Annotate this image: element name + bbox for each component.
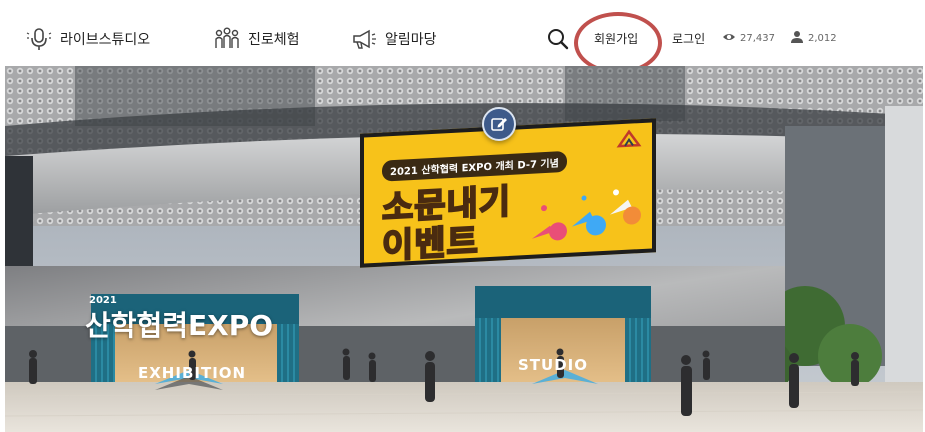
nav-item-notice-board[interactable]: 알림마당 [351,25,437,53]
nav-item-live-studio[interactable]: 라이브스튜디오 [26,25,150,53]
expo-title: 산학협력EXPO [85,309,274,342]
nav-item-career-experience[interactable]: 진로체험 [214,25,300,53]
studio-sign[interactable]: STUDIO [518,356,588,374]
views-count: 27,437 [740,33,775,44]
expo-logo-icon [616,129,642,148]
highlight-circle [574,12,662,74]
edit-icon[interactable] [482,107,516,141]
nav-item-label: 라이브스튜디오 [60,32,151,48]
exhibition-sign[interactable]: EXHIBITION [138,364,246,382]
event-billboard[interactable]: 2021 산학협력 EXPO 개최 D-7 기념 소문내기 이벤트 [360,118,656,268]
nav-item-label: 진로체험 [248,32,300,48]
eye-icon [722,30,736,47]
billboard-subheadline: 이벤트 [381,221,480,268]
people-icon [214,26,240,52]
views-counter: 27,437 [722,30,775,47]
megaphone-characters-illustration [524,183,644,249]
microphone-icon [26,26,52,52]
top-navigation-bar: 라이브스튜디오 진로체험 알림마당 회원가입 로그인 27,437 2,012 [0,0,925,74]
user-icon [790,30,804,47]
members-counter: 2,012 [790,30,837,47]
nav-item-label: 알림마당 [385,32,437,48]
members-count: 2,012 [808,33,837,44]
search-icon[interactable] [546,27,570,51]
megaphone-icon [351,26,377,52]
login-link[interactable]: 로그인 [672,30,705,47]
